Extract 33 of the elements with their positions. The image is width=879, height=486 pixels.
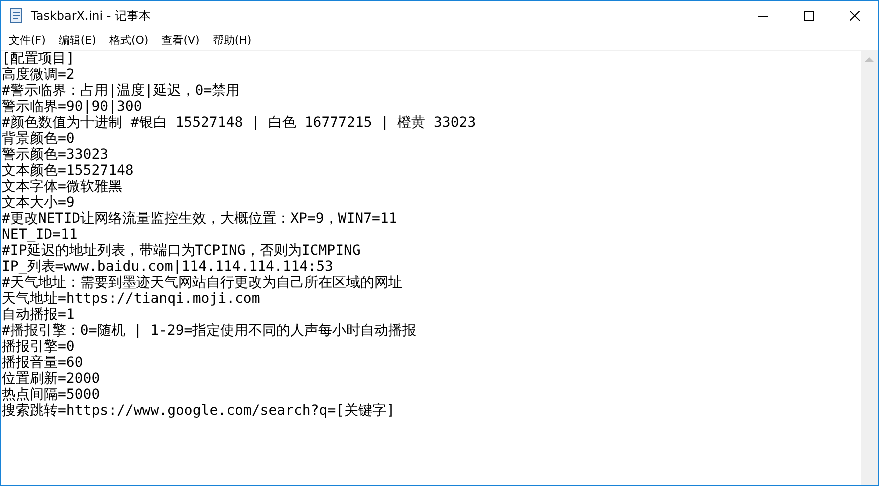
text-line: IP_列表=www.baidu.com|114.114.114.114:53: [2, 259, 334, 275]
text-line: 热点间隔=5000: [2, 387, 100, 403]
text-line: 天气地址=https://tianqi.moji.com: [2, 291, 260, 307]
text-line: 播报音量=60: [2, 355, 84, 371]
text-line: 背景颜色=0: [2, 131, 75, 147]
text-line: #颜色数值为十进制 #银白 15527148 | 白色 16777215 | 橙黄 33023: [2, 115, 476, 131]
maximize-icon: [804, 11, 814, 21]
window-title: TaskbarX.ini - 记事本: [31, 8, 152, 24]
menu-item[interactable]: 编辑(E): [52, 32, 102, 49]
menu-item[interactable]: 格式(O): [102, 32, 155, 49]
text-line: #播报引擎：0=随机 | 1-29=指定使用不同的人声每小时自动播报: [2, 323, 417, 339]
text-line: 警示颜色=33023: [2, 147, 109, 163]
text-line: 文本颜色=15527148: [2, 163, 134, 179]
menu-item[interactable]: 文件(F): [2, 32, 52, 49]
notepad-icon: [9, 8, 25, 24]
text-line: #IP延迟的地址列表，带端口为TCPING，否则为ICMPING: [2, 243, 361, 259]
text-line: #天气地址：需要到墨迹天气网站自行更改为自己所在区域的网址: [2, 275, 402, 291]
text-line: 文本字体=微软雅黑: [2, 179, 122, 195]
text-line: 位置刷新=2000: [2, 371, 100, 387]
vertical-scrollbar[interactable]: [861, 51, 878, 485]
menu-item[interactable]: 查看(V): [154, 32, 206, 49]
text-line: [配置项目]: [2, 51, 75, 67]
text-line: 高度微调=2: [2, 67, 75, 83]
close-icon: [850, 11, 860, 21]
menu-item[interactable]: 帮助(H): [206, 32, 258, 49]
text-line: 警示临界=90|90|300: [2, 99, 142, 115]
text-line: 文本大小=9: [2, 195, 75, 211]
text-line: #更改NETID让网络流量监控生效，大概位置：XP=9，WIN7=11: [2, 211, 398, 227]
text-line: NET_ID=11: [2, 227, 78, 243]
text-line: #警示临界：占用|温度|延迟，0=禁用: [2, 83, 240, 99]
text-line: 播报引擎=0: [2, 339, 75, 355]
text-line: 搜索跳转=https://www.google.com/search?q=[关键字]: [2, 403, 396, 419]
text-line: 自动播报=1: [2, 307, 75, 323]
